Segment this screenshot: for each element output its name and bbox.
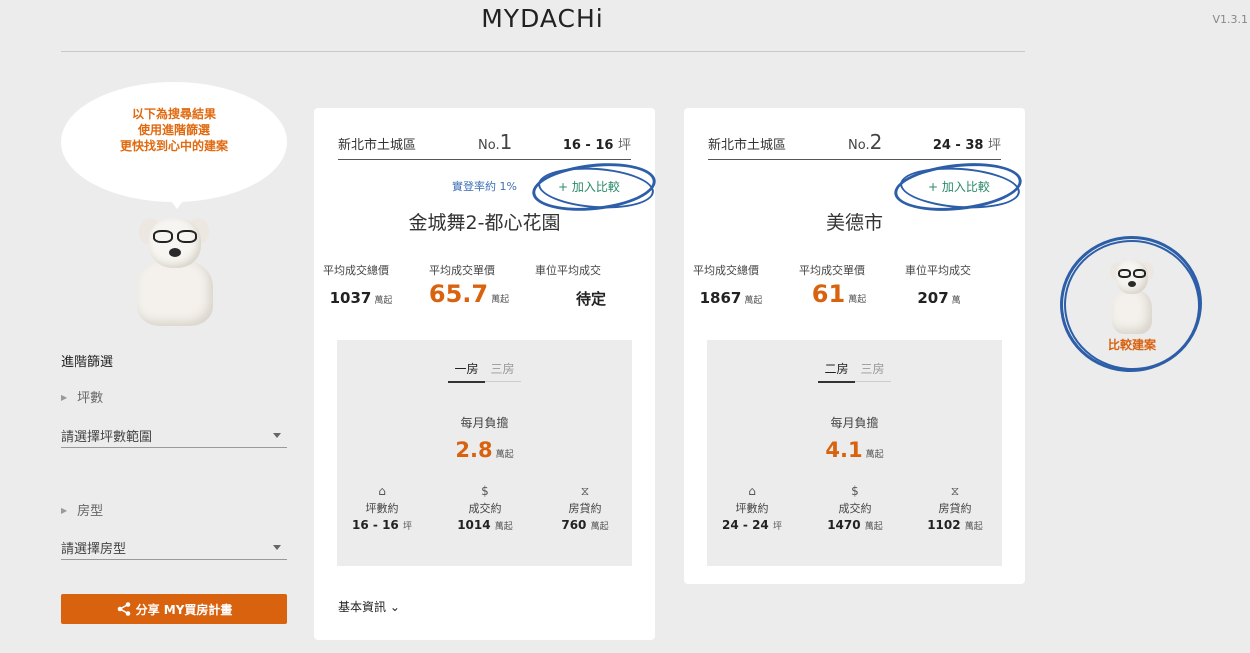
avg-unit-price: 61 萬起 — [811, 280, 867, 308]
bubble-line-1: 以下為搜尋結果 — [131, 107, 216, 121]
app-logo[interactable]: MYDACHi — [0, 4, 1085, 33]
ping-select-placeholder: 請選擇坪數範圍 — [61, 430, 153, 445]
project-name[interactable]: 美德市 — [684, 208, 1025, 235]
home-icon: ⌂ — [378, 484, 386, 498]
mini-stat-deal: $ 成交約 1014 萬起 — [440, 484, 530, 532]
project-card-2: 新北市土城區 No.2 24 - 38 坪 + 加入比較 美德市 平均成交總價 … — [684, 108, 1025, 584]
speech-bubble-text: 以下為搜尋結果 使用進階篩選 更快找到心中的建案 — [61, 106, 287, 154]
mascot-dog-illustration — [125, 210, 225, 328]
hourglass-icon: ⧖ — [580, 484, 590, 498]
monthly-payment-value: 2.8 萬起 — [455, 438, 514, 462]
avg-unit-price-label: 平均成交單價 — [799, 264, 865, 277]
home-icon: ⌂ — [748, 484, 756, 498]
speech-bubble-tail — [165, 193, 189, 209]
share-icon — [117, 602, 130, 616]
mini-stat-loan: ⧖ 房貸約 1102 萬起 — [910, 484, 1000, 532]
parking-avg-price-label: 車位平均成交 — [905, 264, 971, 277]
parking-avg-price: 待定 — [575, 290, 606, 308]
add-compare-button[interactable]: + 加入比較 — [928, 178, 990, 195]
district-label: 新北市土城區 — [338, 138, 417, 153]
compare-projects-button[interactable]: 比較建案 — [1053, 228, 1209, 380]
ping-range: 16 - 16 坪 — [562, 138, 631, 153]
mini-stat-ping: ⌂ 坪數約 24 - 24 坪 — [707, 484, 797, 532]
dropdown-caret-icon — [273, 433, 281, 438]
room-detail-panel: 一房 三房 每月負擔 2.8 萬起 ⌂ 坪數約 16 - 16 坪 $ 成交約 10… — [337, 340, 632, 566]
header-divider — [61, 51, 1025, 52]
dollar-icon: $ — [851, 484, 859, 498]
ping-range: 24 - 38 坪 — [932, 138, 1001, 153]
mini-stat-deal: $ 成交約 1470 萬起 — [810, 484, 900, 532]
share-plan-button[interactable]: 分享 MY買房計畫 — [61, 594, 287, 624]
project-card-1: 新北市土城區 No.1 16 - 16 坪 實登率約 1% + 加入比較 金城舞… — [314, 108, 659, 640]
room-tabs: 一房 三房 — [337, 360, 632, 383]
tab-room-3[interactable]: 三房 — [854, 360, 891, 382]
bubble-line-2: 使用進階篩選 — [137, 123, 210, 137]
room-type-filter-toggle[interactable]: ▶ 房型 — [61, 500, 103, 519]
tab-room-1[interactable]: 一房 — [448, 360, 485, 383]
avg-unit-price-label: 平均成交單價 — [429, 264, 495, 277]
card-header: 新北市土城區 No.2 24 - 38 坪 — [708, 130, 1001, 160]
ping-range-select[interactable]: 請選擇坪數範圍 — [61, 422, 287, 448]
avg-total-price: 1037 萬起 — [329, 289, 393, 307]
dropdown-caret-icon — [273, 545, 281, 550]
avg-total-price-label: 平均成交總價 — [323, 264, 389, 277]
room-type-select-placeholder: 請選擇房型 — [61, 542, 127, 557]
caret-right-icon: ▶ — [61, 393, 68, 402]
monthly-payment-label: 每月負擔 — [460, 416, 509, 430]
mascot-dog-icon — [1104, 256, 1160, 334]
chevron-down-icon: ⌄ — [389, 600, 400, 614]
advanced-filter-title: 進階篩選 — [61, 355, 114, 370]
share-button-label: 分享 MY買房計畫 — [135, 602, 233, 617]
add-compare-button[interactable]: + 加入比較 — [558, 178, 620, 195]
tab-room-2[interactable]: 二房 — [818, 360, 855, 383]
parking-avg-price-label: 車位平均成交 — [535, 264, 601, 277]
tab-room-3[interactable]: 三房 — [484, 360, 521, 382]
room-type-filter-label: 房型 — [77, 504, 104, 519]
parking-avg-price: 207 萬 — [917, 289, 961, 307]
rank-number: No.1 — [478, 130, 513, 154]
ping-filter-label: 坪數 — [77, 391, 104, 406]
card-header: 新北市土城區 No.1 16 - 16 坪 — [338, 130, 631, 160]
hourglass-icon: ⧖ — [950, 484, 960, 498]
avg-total-price-label: 平均成交總價 — [693, 264, 759, 277]
mini-stat-loan: ⧖ 房貸約 760 萬起 — [540, 484, 630, 532]
ping-filter-toggle[interactable]: ▶ 坪數 — [61, 387, 103, 406]
room-type-select[interactable]: 請選擇房型 — [61, 534, 287, 560]
district-label: 新北市土城區 — [708, 138, 787, 153]
rank-number: No.2 — [848, 130, 883, 154]
monthly-payment-label: 每月負擔 — [830, 416, 879, 430]
basic-info-toggle[interactable]: 基本資訊 ⌄ — [338, 598, 400, 615]
version-label: V1.3.1 — [1212, 13, 1248, 26]
room-detail-panel: 二房 三房 每月負擔 4.1 萬起 ⌂ 坪數約 24 - 24 坪 $ 成交約 14… — [707, 340, 1002, 566]
bubble-line-3: 更快找到心中的建案 — [119, 139, 228, 153]
avg-total-price: 1867 萬起 — [699, 289, 763, 307]
compare-projects-label: 比較建案 — [1107, 338, 1156, 352]
project-name[interactable]: 金城舞2-都心花園 — [314, 208, 655, 235]
dollar-icon: $ — [481, 484, 489, 498]
monthly-payment-value: 4.1 萬起 — [825, 438, 884, 462]
avg-unit-price: 65.7 萬起 — [428, 280, 510, 308]
mini-stat-ping: ⌂ 坪數約 16 - 16 坪 — [337, 484, 427, 532]
caret-right-icon: ▶ — [61, 506, 68, 515]
registration-rate: 實登率約 1% — [452, 180, 517, 193]
room-tabs: 二房 三房 — [707, 360, 1002, 383]
